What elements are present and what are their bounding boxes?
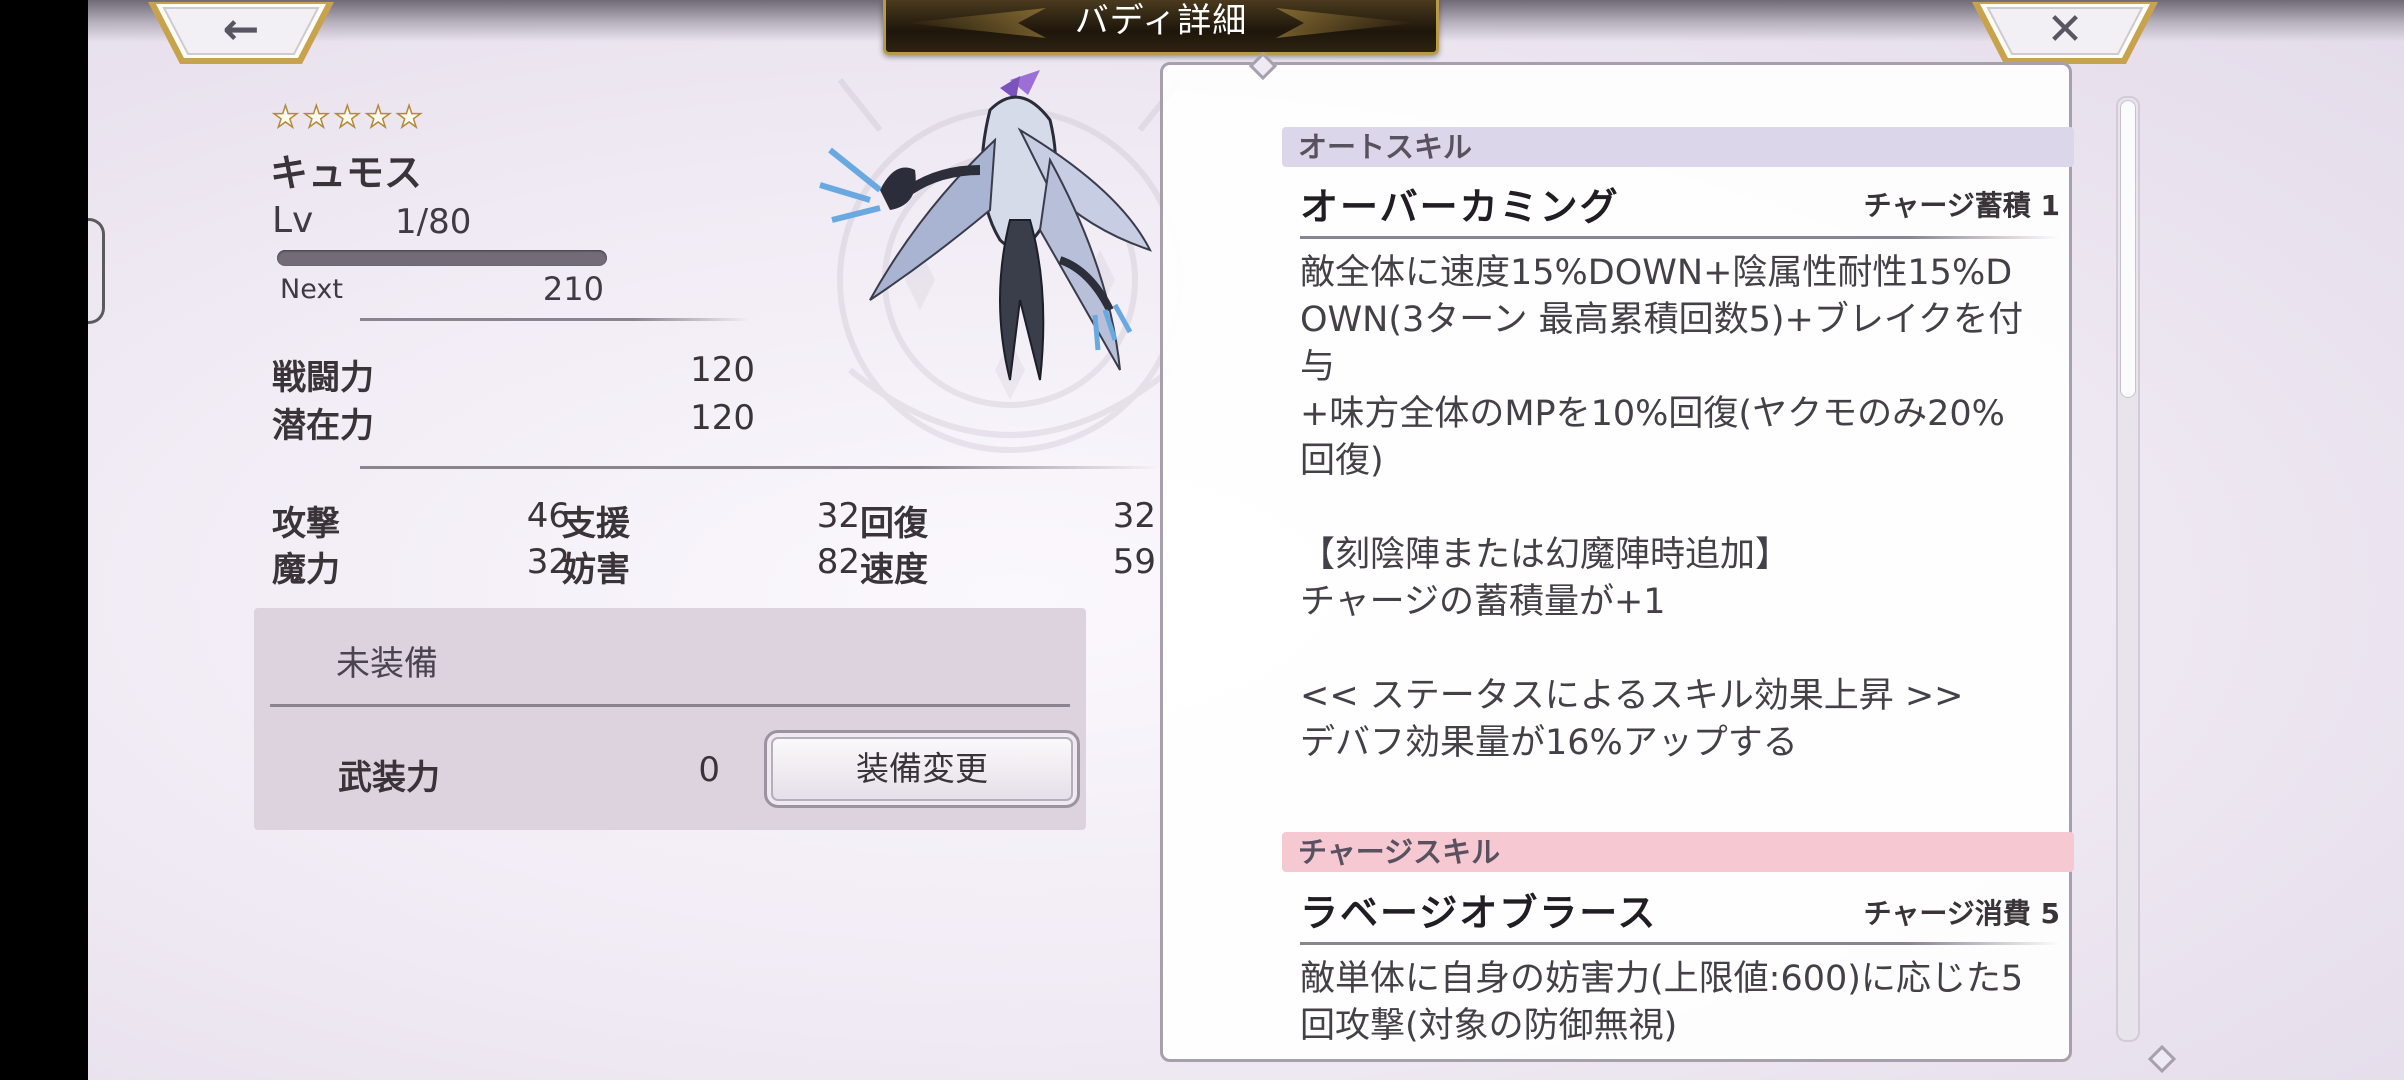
stat-value: 46 [526, 496, 570, 536]
next-exp-value: 210 [542, 270, 604, 308]
scrollbar-thumb[interactable] [2120, 100, 2136, 398]
change-equipment-button[interactable]: 装備変更 [764, 730, 1080, 808]
stat-label: 妨害 [562, 550, 630, 590]
auto-skill-charge: チャージ蓄積 1 [1863, 189, 2060, 222]
back-button[interactable]: ← [146, 0, 336, 64]
buddy-illustration [819, 70, 1183, 453]
stat-value: 32 [816, 496, 860, 536]
level-value: 1/80 [395, 202, 472, 242]
close-icon: ✕ [2046, 4, 2084, 55]
stat-value: 32 [1112, 496, 1156, 536]
stat-label: 回復 [860, 504, 928, 544]
stat-value: 59 [1112, 542, 1156, 582]
charge-skill-cost: チャージ消費 5 [1863, 897, 2060, 930]
page-title: バディ詳細 [1074, 1, 1248, 41]
auto-skill-header: オートスキル [1282, 127, 2074, 167]
auto-skill-name: オーバーカミング [1300, 184, 1620, 229]
stat-value: 82 [816, 542, 860, 582]
rarity-stars: ★ ★ ★ ★ ★ [271, 100, 423, 135]
close-button[interactable]: ✕ [1970, 0, 2160, 64]
charge-skill-header: チャージスキル [1282, 832, 2074, 872]
back-arrow-icon: ← [222, 4, 260, 55]
level-label: Lv [272, 200, 314, 241]
star-icon: ★ [395, 100, 423, 135]
stat-label: 攻撃 [272, 504, 340, 544]
star-icon: ★ [364, 100, 392, 135]
buddy-name: キュモス [270, 151, 423, 195]
divider [360, 318, 750, 321]
star-icon: ★ [333, 100, 361, 135]
star-icon: ★ [302, 100, 330, 135]
potential-label: 潜在力 [272, 406, 374, 446]
device-edge [88, 218, 105, 324]
stat-value: 32 [526, 542, 570, 582]
stat-label: 支援 [562, 504, 630, 544]
next-exp-label: Next [280, 274, 343, 305]
charge-skill-name: ラベージオブラース [1300, 890, 1658, 935]
star-icon: ★ [271, 100, 299, 135]
stat-label: 魔力 [272, 550, 340, 590]
armament-label: 武装力 [338, 758, 440, 798]
divider [1300, 236, 2060, 239]
divider [270, 704, 1070, 707]
combat-power-label: 戦闘力 [272, 358, 374, 398]
stat-label: 速度 [860, 550, 928, 590]
charge-skill-description: 敵単体に自身の妨害力(上限値:600)に応じた5 回攻撃(対象の防御無視) [1300, 959, 2024, 1046]
auto-skill-description: 敵全体に速度15%DOWN+陰属性耐性15%D OWN(3ターン 最高累積回数5… [1300, 253, 2024, 763]
armament-value: 0 [698, 750, 720, 790]
divider [1300, 942, 2060, 945]
equipment-status: 未装備 [336, 644, 438, 684]
exp-bar [277, 250, 607, 266]
